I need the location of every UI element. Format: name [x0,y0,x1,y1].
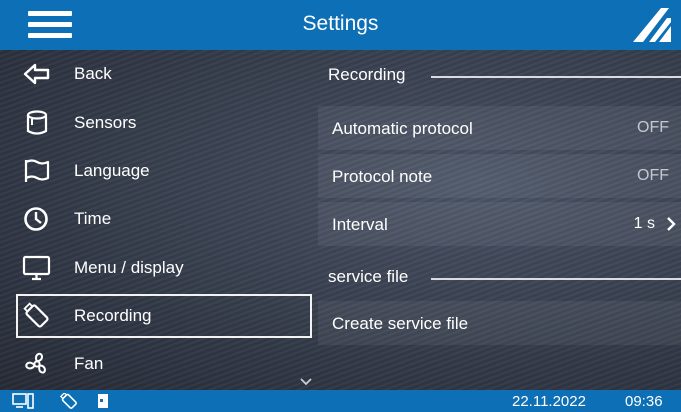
usb-stick-icon [60,393,77,409]
sidebar-item-label: Language [74,161,150,180]
sidebar-item-label: Back [74,64,112,83]
sidebar-item-recording[interactable]: Recording [16,294,312,338]
status-bar: 22.11.2022 09:36 [0,390,681,412]
setting-value: 1 s [633,215,655,232]
pc-connection-icon [12,393,34,409]
sidebar-item-fan[interactable]: Fan [16,342,312,386]
sidebar-item-back[interactable]: Back [16,52,312,96]
sidebar-item-sensors[interactable]: Sensors [16,101,312,145]
setting-label: Interval [332,215,388,234]
divider [431,278,681,280]
section-header-service-file: service file [328,255,681,295]
sidebar-item-menu-display[interactable]: Menu / display [16,246,312,290]
fan-icon [25,352,46,374]
sidebar-item-label: Time [74,209,112,228]
setting-row-create-service-file[interactable]: Create service file [318,301,681,345]
sidebar: Back Sensors Language Time Menu / displa… [0,50,318,390]
back-arrow-icon [23,63,50,85]
page-title: Settings [302,12,379,35]
setting-value: OFF [637,119,669,136]
chevron-right-icon [667,217,676,231]
setting-row-automatic-protocol[interactable]: Automatic protocol OFF [318,106,681,150]
status-date: 22.11.2022 [512,393,586,410]
monitor-icon [22,255,51,281]
section-header-recording: Recording [328,53,681,93]
title-bar: Settings [0,0,681,50]
sd-card-icon [98,394,108,408]
section-title: service file [328,267,409,286]
setting-row-interval[interactable]: Interval 1 s [318,202,681,246]
setting-label: Protocol note [332,167,433,186]
status-time: 09:36 [625,393,663,410]
brand-logo-icon [633,8,671,42]
sidebar-item-label: Menu / display [74,258,184,277]
divider [431,76,681,78]
clock-icon [24,207,48,231]
setting-label: Automatic protocol [332,119,473,138]
sidebar-item-label: Sensors [74,113,137,132]
settings-panel: Recording Automatic protocol OFF Protoco… [318,50,681,390]
sensor-cylinder-icon [26,110,48,135]
section-title: Recording [328,65,406,84]
setting-label: Create service file [332,314,469,333]
sidebar-item-time[interactable]: Time [16,197,312,241]
setting-row-protocol-note[interactable]: Protocol note OFF [318,154,681,198]
sidebar-item-label: Fan [74,354,104,373]
usb-stick-icon [23,302,49,328]
setting-value: OFF [637,167,669,184]
sidebar-item-label: Recording [74,306,152,325]
chevron-down-icon[interactable] [299,377,313,387]
flag-icon [24,159,50,182]
sidebar-item-language[interactable]: Language [16,149,312,193]
